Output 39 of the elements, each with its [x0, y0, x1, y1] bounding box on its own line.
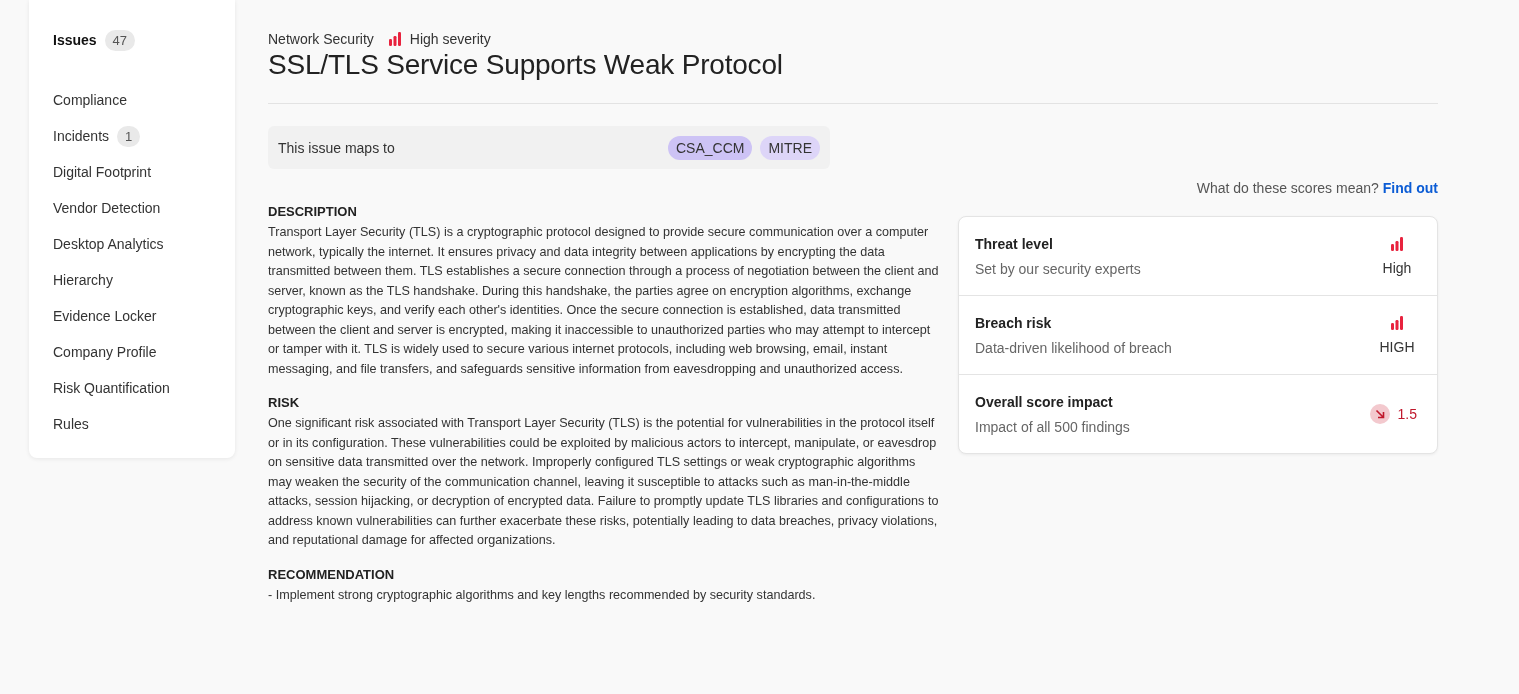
find-out-link[interactable]: Find out	[1382, 180, 1438, 196]
section-text: Transport Layer Security (TLS) is a cryptographic protocol designed to provide secure communication over a computer network, typically the internet. It ensures privacy and data integrity between applications by encrypting the data transmitted between them. TLS establishes a secure connection through a process of negotiation between the client and server, known as the TLS handshake. During this handshake, the parties agree on encryption algorithms, exchange cryptographic keys, and verify each other's identities. Once the secure connection is established, data transmitted between the client and server is encrypted, making it inaccessible to unauthorized parties who may attempt to intercept or tamper with it. TLS is widely used to secure various internet protocols, including web browsing, email, instant messaging, and file transfers, and safeguards sensitive information from eavesdropping and unauthorized access.	[268, 224, 940, 378]
sidebar-item[interactable]: Vendor Detection	[53, 200, 161, 216]
sidebar-item[interactable]: Issues	[53, 32, 97, 48]
issue-category: Network Security	[268, 31, 374, 47]
score-subtitle: Impact of all 500 findings	[975, 418, 1130, 435]
section-heading: RECOMMENDATION	[268, 566, 396, 582]
score-value: 1.5	[1397, 406, 1417, 422]
sidebar-item[interactable]: Hierarchy	[53, 272, 113, 288]
count-badge: 47	[104, 29, 136, 51]
issue-title: SSL/TLS Service Supports Weak Protocol	[268, 49, 784, 81]
severity-bars-icon	[1390, 315, 1404, 330]
severity-bars-icon	[387, 32, 402, 46]
sidebar-item[interactable]: Compliance	[53, 92, 127, 108]
sidebar-item[interactable]: Evidence Locker	[53, 308, 157, 324]
section-heading: DESCRIPTION	[268, 204, 358, 219]
sidebar-item[interactable]: Digital Footprint	[53, 164, 152, 180]
score-value: High	[1382, 259, 1412, 276]
section-text: - Implement strong cryptographic algorithms and key lengths recommended by security standards.	[268, 586, 817, 604]
score-title: Threat level	[975, 235, 1054, 252]
sidebar-item[interactable]: Desktop Analytics	[53, 236, 164, 252]
score-title: Breach risk	[975, 314, 1053, 331]
framework-tag: MITRE	[760, 135, 820, 160]
sidebar-item[interactable]: Company Profile	[53, 344, 157, 360]
severity-label: High severity	[409, 31, 491, 47]
section-text: One significant risk associated with Transport Layer Security (TLS) is the potential for vulnerabilities in the protocol itself or in its configuration. These vulnerabilities could be exploited by malicious actors to intercept, manipulate, or eavesdrop on sensitive data transmitted over the network. Improperly configured TLS settings or weak cryptographic algorithms may weaken the security of the communication channel, leaving it susceptible to attacks such as man-in-the-middle attacks, session hijacking, or decryption of encrypted data. Failure to promptly update TLS libraries and configurations to address known vulnerabilities can further exacerbate these risks, potentially leading to data breaches, privacy violations, and reputational damage for affected organizations.	[268, 415, 940, 549]
section-heading: RISK	[268, 395, 301, 410]
score-value: HIGH	[1379, 338, 1415, 355]
score-subtitle: Set by our security experts	[975, 260, 1141, 277]
sidebar-item[interactable]: Incidents	[53, 128, 110, 144]
score-title: Overall score impact	[975, 393, 1114, 410]
count-badge: 1	[117, 125, 141, 147]
score-subtitle: Data-driven likelihood of breach	[975, 339, 1172, 356]
sidebar-item[interactable]: Risk Quantification	[53, 380, 170, 396]
sidebar-item[interactable]: Rules	[53, 416, 89, 432]
mapping-label: This issue maps to	[278, 139, 395, 156]
scores-question: What do these scores mean?	[1196, 180, 1379, 196]
framework-tag: CSA_CCM	[667, 135, 753, 160]
severity-bars-icon	[1390, 236, 1404, 251]
